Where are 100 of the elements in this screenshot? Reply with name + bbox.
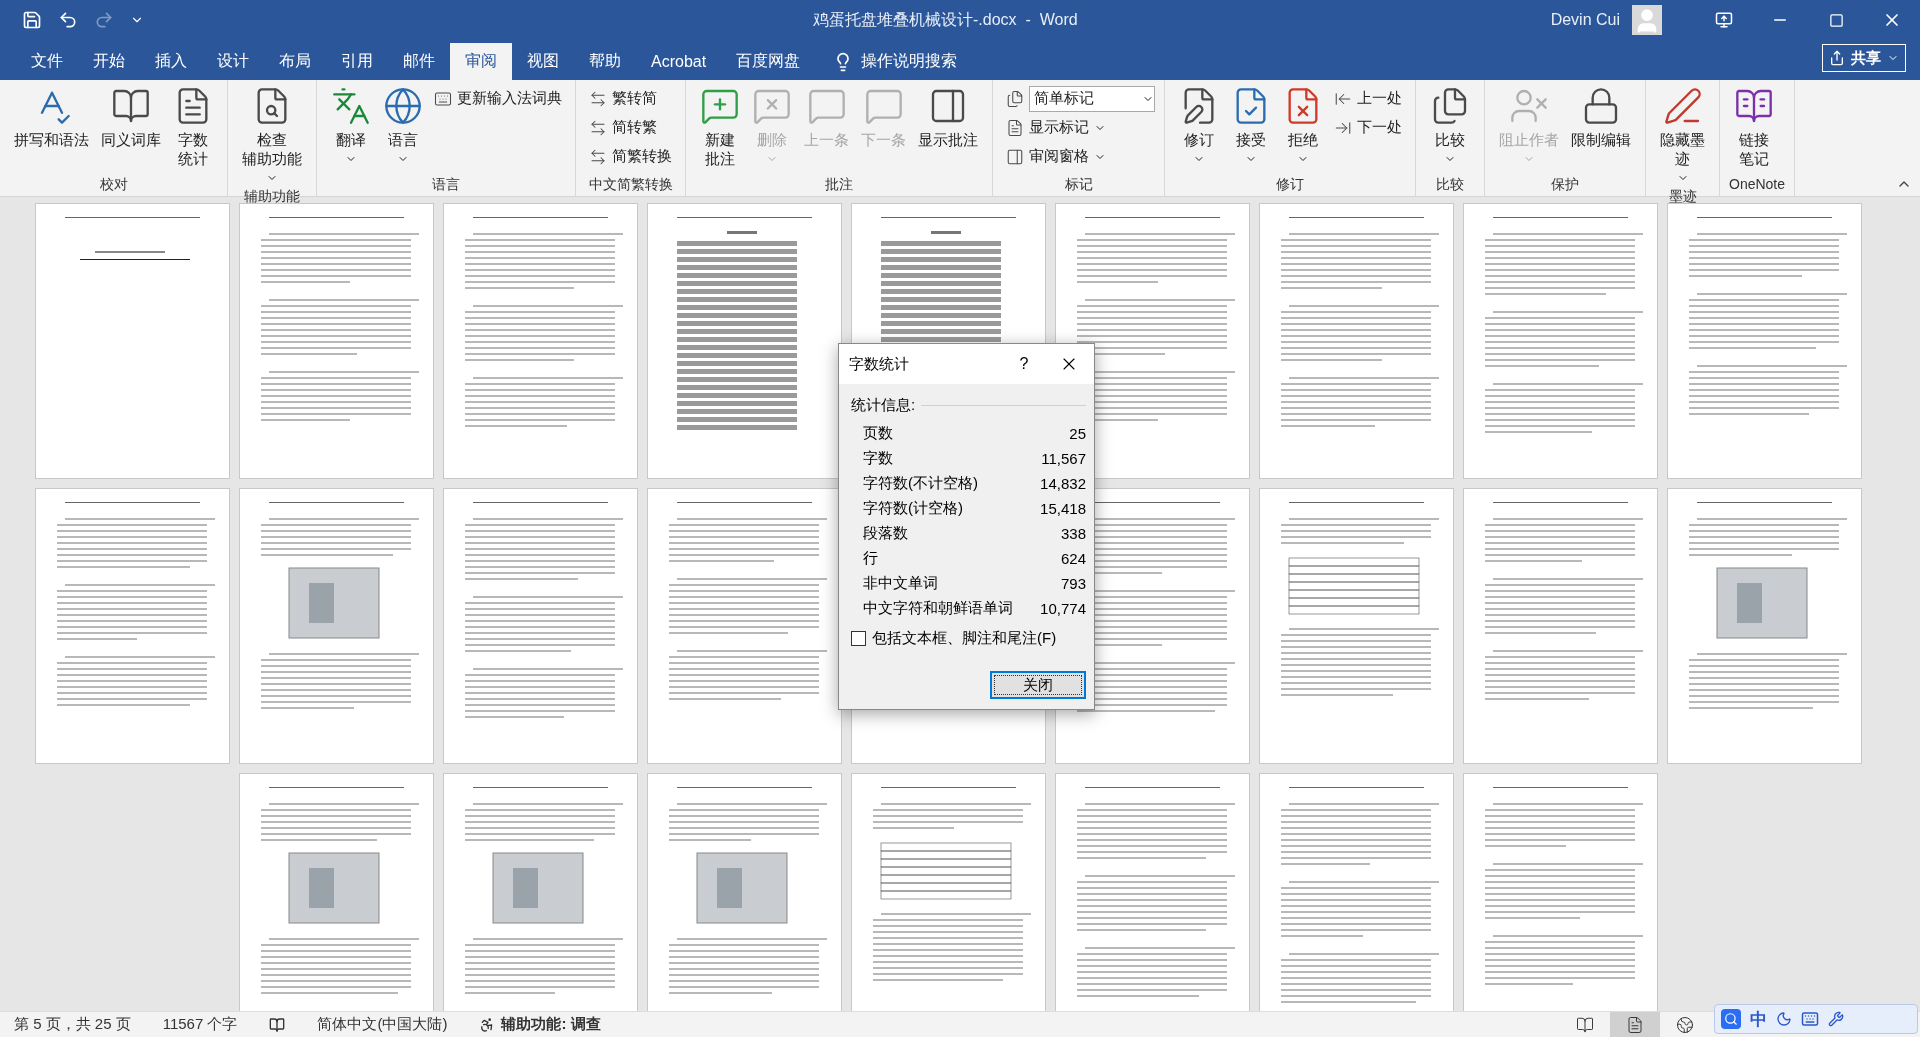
document-page[interactable] [35,488,230,764]
ime-logo-icon[interactable] [1721,1009,1741,1029]
document-page[interactable] [239,773,434,1011]
document-page[interactable] [1667,488,1862,764]
dialog-title: 字数统计 [849,354,910,374]
word-count[interactable]: 11567 个字 [162,1015,238,1034]
ribbon-tab[interactable]: 插入 [140,43,202,80]
stat-value: 11,567 [1041,450,1086,467]
share-icon [1829,50,1845,66]
tell-me-search[interactable]: 操作说明搜索 [833,43,958,80]
ribbon-tab[interactable]: 百度网盘 [721,43,816,80]
checkbox-label[interactable]: 包括文本框、脚注和尾注(F) [872,629,1057,648]
accessibility-status[interactable]: 辅助功能: 调查 [501,1015,601,1034]
ribbon-tab[interactable]: 引用 [326,43,388,80]
pen-icon [1662,86,1703,126]
stat-label: 中文字符和朝鲜语单词 [863,599,1013,618]
ribbon-button[interactable]: 繁转简 [585,86,676,111]
ribbon-button[interactable]: 检查 辅助功能 [237,84,307,186]
ribbon-tab[interactable]: 邮件 [388,43,450,80]
group-label: 中文简繁转换 [587,175,674,194]
panel-icon [1006,147,1024,166]
ribbon-button[interactable]: 同义词库 [96,84,166,174]
undo-icon[interactable] [58,10,78,30]
ribbon-button[interactable]: 下一处 [1330,115,1406,140]
ribbon-tab[interactable]: 开始 [78,43,140,80]
help-button[interactable]: ? [1004,355,1044,373]
ribbon-button[interactable]: 链接 笔记 [1729,84,1779,174]
checkbox[interactable] [851,631,866,646]
document-page[interactable] [647,488,842,764]
document-page[interactable] [1259,203,1454,479]
document-icon [1006,118,1024,137]
ribbon-button[interactable]: 新建 批注 [695,84,745,174]
close-dialog-button[interactable]: 关闭 [990,671,1086,699]
document-page[interactable] [1667,203,1862,479]
group-label: 辅助功能 [243,187,301,206]
stat-label: 字数 [863,449,893,468]
language-status[interactable]: 简体中文(中国大陆) [317,1015,448,1034]
document-page[interactable] [647,773,842,1011]
ribbon-button[interactable]: 简转繁 [585,115,676,140]
ribbon-button[interactable]: 隐藏墨 迹 [1655,84,1710,186]
stat-label: 段落数 [863,524,908,543]
ribbon-button[interactable]: 接受 [1226,84,1276,174]
convert-icon [589,89,607,108]
view-button[interactable] [1610,1012,1660,1037]
stat-label: 页数 [863,424,893,443]
ribbon-button[interactable]: 显示批注 [913,84,983,174]
document-page[interactable] [1463,203,1658,479]
ribbon-tab[interactable]: Acrobat [636,43,722,80]
ribbon-button[interactable]: 修订 [1174,84,1224,174]
stat-value: 624 [1060,550,1086,567]
group-label: 校对 [98,175,129,194]
ribbon-button[interactable]: 语言 [378,84,428,174]
stat-label: 行 [863,549,878,568]
save-icon[interactable] [22,10,42,30]
ribbon-button[interactable]: 翻译 [326,84,376,174]
document-page[interactable] [239,488,434,764]
keyboard-icon[interactable] [1801,1010,1819,1028]
ribbon-button[interactable]: 拼写和语法 [9,84,94,174]
document-page[interactable] [1055,773,1250,1011]
document-page[interactable] [851,773,1046,1011]
proofing-icon[interactable] [269,1016,286,1033]
display-options-icon[interactable] [1715,11,1733,29]
settings-icon[interactable] [1828,1011,1844,1027]
restore-icon[interactable] [1828,12,1844,28]
document-page[interactable] [239,203,434,479]
group-label: 墨迹 [1667,187,1698,206]
ribbon-tab[interactable]: 设计 [202,43,264,80]
ribbon-tab[interactable]: 布局 [264,43,326,80]
ribbon-button[interactable]: 字数 统计 [168,84,218,174]
stat-value: 25 [1069,425,1086,442]
document-page[interactable] [443,773,638,1011]
user-name: Devin Cui [1550,11,1620,29]
redo-icon[interactable] [94,10,114,30]
input-mode[interactable]: 中 [1750,1007,1767,1031]
avatar-icon[interactable] [1632,5,1662,35]
page-count[interactable]: 第 5 页，共 25 页 [14,1015,131,1034]
ribbon-button[interactable]: 上一处 [1330,86,1406,111]
ribbon-tab[interactable]: 文件 [16,43,78,80]
ribbon-button[interactable]: 简繁转换 [585,144,676,169]
document-page[interactable] [1259,773,1454,1011]
ribbon-tab[interactable]: 帮助 [574,43,636,80]
ribbon-button[interactable]: 限制编辑 [1566,84,1636,174]
group-label: 标记 [1063,175,1094,194]
document-page[interactable] [443,203,638,479]
ribbon-button[interactable]: 审阅窗格 [1002,144,1155,169]
ribbon-button[interactable]: 显示标记 [1002,115,1155,140]
ribbon-button[interactable]: 比较 [1425,84,1475,174]
view-icon [1576,1015,1594,1034]
moon-icon[interactable] [1776,1011,1792,1027]
document-page[interactable] [1463,488,1658,764]
markup-select[interactable]: 简单标记 [1029,85,1155,112]
ribbon-tab[interactable]: 视图 [512,43,574,80]
document-page[interactable] [1259,488,1454,764]
stat-value: 338 [1060,525,1086,542]
document-page[interactable] [443,488,638,764]
document-page[interactable] [647,203,842,479]
share-button[interactable]: 共享 [1822,44,1906,72]
ribbon-tab[interactable]: 审阅 [450,43,512,80]
ribbon-button[interactable]: 更新输入法词典 [430,86,566,111]
ribbon-button[interactable]: 拒绝 [1278,84,1328,174]
